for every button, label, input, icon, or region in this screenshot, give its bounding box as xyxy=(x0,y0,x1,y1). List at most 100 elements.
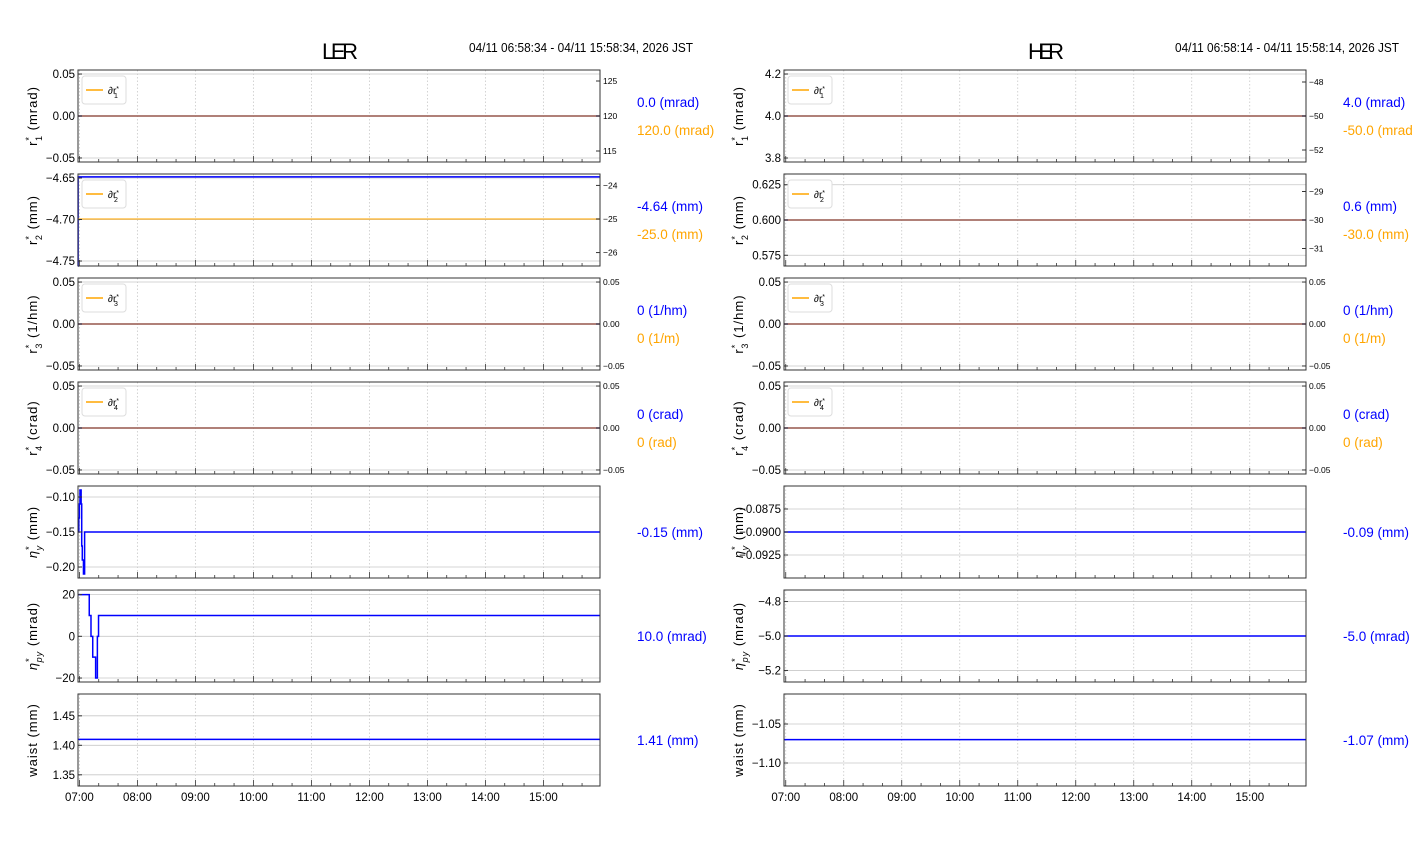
x-tick-label: 14:00 xyxy=(1177,792,1206,804)
y-axis-label: η*py (mrad) xyxy=(730,602,750,670)
x-tick-label: 07:00 xyxy=(65,792,94,804)
value-readout-blue: -0.15 (mm) xyxy=(637,525,703,540)
y-tick-label: −0.05 xyxy=(752,465,781,477)
y-tick-label: −0.10 xyxy=(46,492,75,504)
y-tick-label: 0.00 xyxy=(53,319,75,331)
chart-title: HER xyxy=(1028,39,1064,64)
y-axis-label: η*py (mrad) xyxy=(24,602,44,670)
panel-etay: −0.20 −0.15 −0.10η*y (mm) -0.15 (mm) xyxy=(24,485,703,579)
value-readout-blue: 4.0 (mrad) xyxy=(1343,95,1405,110)
y2-tick-label: 0.05 xyxy=(603,277,620,287)
label-unit: (mm) xyxy=(25,195,40,234)
label-subscript: 2 xyxy=(114,197,118,204)
y2-tick-label: −25 xyxy=(603,214,618,224)
label-symbol: waist xyxy=(731,742,746,778)
y2-tick-label: −0.05 xyxy=(1309,465,1331,475)
y-tick-label: −0.05 xyxy=(46,465,75,477)
y-tick-label: 3.8 xyxy=(765,153,781,165)
figure-canvas: LER 04/11 06:58:34 - 04/11 15:58:34, 2026… xyxy=(24,39,1412,804)
label-superscript: * xyxy=(116,190,119,197)
y2-tick-label: −48 xyxy=(1309,77,1324,87)
y-tick-label: 0.00 xyxy=(53,111,75,123)
panel-r3: −0.050.000.05−0.050.000.05∂r* 3r*3 (1/hm)… xyxy=(730,277,1393,373)
label-superscript: * xyxy=(24,344,34,349)
value-readout-orange: 0 (rad) xyxy=(1343,435,1383,450)
label-superscript: * xyxy=(116,294,119,301)
panel-r2: 0.5750.6000.625−31−30−29∂r* 2r*2 (mm) 0.6 … xyxy=(730,173,1409,267)
y-tick-label: 4.2 xyxy=(765,69,781,81)
label-unit: (crad) xyxy=(25,400,40,445)
x-tick-label: 14:00 xyxy=(471,792,500,804)
series-line-blue xyxy=(78,489,600,575)
label-superscript: * xyxy=(24,235,34,240)
value-readout-blue: -1.07 (mm) xyxy=(1343,733,1409,748)
x-tick-label: 13:00 xyxy=(1119,792,1148,804)
y-tick-label: 0.05 xyxy=(53,69,75,81)
label-superscript: * xyxy=(24,657,34,662)
y-tick-label: 0.600 xyxy=(752,215,781,227)
label-subscript: py xyxy=(34,651,44,664)
value-readout-blue: 0 (crad) xyxy=(1343,407,1390,422)
value-readout-orange: -50.0 (mrad) xyxy=(1343,123,1412,138)
value-readout-orange: -25.0 (mm) xyxy=(637,227,703,242)
label-subscript: 3 xyxy=(820,301,824,308)
label-superscript: * xyxy=(822,398,825,405)
y-axis-label: r*3 (1/hm) xyxy=(24,294,44,353)
panel-etay: −0.0925−0.0900−0.0875η*y (mm) -0.09 (mm) xyxy=(730,485,1409,579)
x-tick-label: 10:00 xyxy=(945,792,974,804)
y-tick-label: −5.0 xyxy=(758,631,781,643)
label-superscript: * xyxy=(116,398,119,405)
y-tick-label: 0.05 xyxy=(53,277,75,289)
beam-monitor-figure: LER 04/11 06:58:34 - 04/11 15:58:34, 2026… xyxy=(0,0,1412,864)
panel-r2: −4.75−4.70−4.65−26−25−24∂r* 2r*2 (mm) -4.6… xyxy=(24,173,703,268)
label-superscript: * xyxy=(116,86,119,93)
her-chart: HER 04/11 06:58:14 - 04/11 15:58:14, 2026… xyxy=(730,39,1412,804)
axes-frame xyxy=(77,173,601,267)
y-tick-label: −4.8 xyxy=(758,597,781,609)
y2-tick-label: 0.05 xyxy=(1309,381,1326,391)
label-superscript: * xyxy=(24,545,34,550)
x-tick-label: 15:00 xyxy=(529,792,558,804)
panel-etapy: −20 0 20 η*py (mrad) 10.0 (mrad) xyxy=(24,589,707,685)
y2-tick-label: 115 xyxy=(603,146,617,156)
x-tick-label: 15:00 xyxy=(1235,792,1264,804)
panel-r4: −0.050.000.05−0.050.000.05∂r* 4r*4 (crad)… xyxy=(24,381,684,477)
y-tick-label: −4.75 xyxy=(46,256,75,268)
y-tick-label: 20 xyxy=(62,590,75,602)
y-tick-label: −1.10 xyxy=(752,758,781,770)
x-tick-label: 07:00 xyxy=(771,792,800,804)
label-superscript: * xyxy=(24,136,34,141)
y-axis-label: waist (mm) xyxy=(731,703,746,778)
y-axis-label: r*2 (mm) xyxy=(24,195,44,245)
y-tick-label: −0.05 xyxy=(46,361,75,373)
y2-tick-label: −50 xyxy=(1309,111,1324,121)
label-unit: (mm) xyxy=(731,506,746,545)
value-readout-blue: 10.0 (mrad) xyxy=(637,629,707,644)
y-tick-label: 4.0 xyxy=(765,111,781,123)
y2-tick-label: 0.00 xyxy=(603,423,620,433)
label-subscript: 4 xyxy=(820,405,824,412)
label-unit: (mrad) xyxy=(731,602,746,651)
value-readout-orange: -30.0 (mm) xyxy=(1343,227,1409,242)
value-readout-blue: 1.41 (mm) xyxy=(637,733,699,748)
y2-tick-label: 125 xyxy=(603,76,617,86)
label-unit: (mrad) xyxy=(731,86,746,135)
value-readout-blue: 0.6 (mm) xyxy=(1343,199,1397,214)
x-tick-label: 11:00 xyxy=(1004,792,1032,804)
y-axis-label: r*1 (mrad) xyxy=(24,86,44,146)
label-superscript: * xyxy=(730,235,740,240)
value-readout-blue: -4.64 (mm) xyxy=(637,199,703,214)
y-tick-label: 0.00 xyxy=(759,423,781,435)
value-readout-orange: 0 (1/m) xyxy=(1343,331,1386,346)
y-tick-label: 0 xyxy=(69,631,75,643)
y-tick-label: 0.575 xyxy=(752,250,781,262)
y2-tick-label: −52 xyxy=(1309,145,1324,155)
y2-tick-label: −0.05 xyxy=(603,465,625,475)
label-superscript: * xyxy=(822,294,825,301)
label-subscript: 1 xyxy=(820,93,824,100)
value-readout-blue: 0.0 (mrad) xyxy=(637,95,699,110)
label-superscript: * xyxy=(730,136,740,141)
label-superscript: * xyxy=(822,86,825,93)
y-tick-label: 1.35 xyxy=(53,770,75,782)
label-unit: (mm) xyxy=(731,703,746,742)
